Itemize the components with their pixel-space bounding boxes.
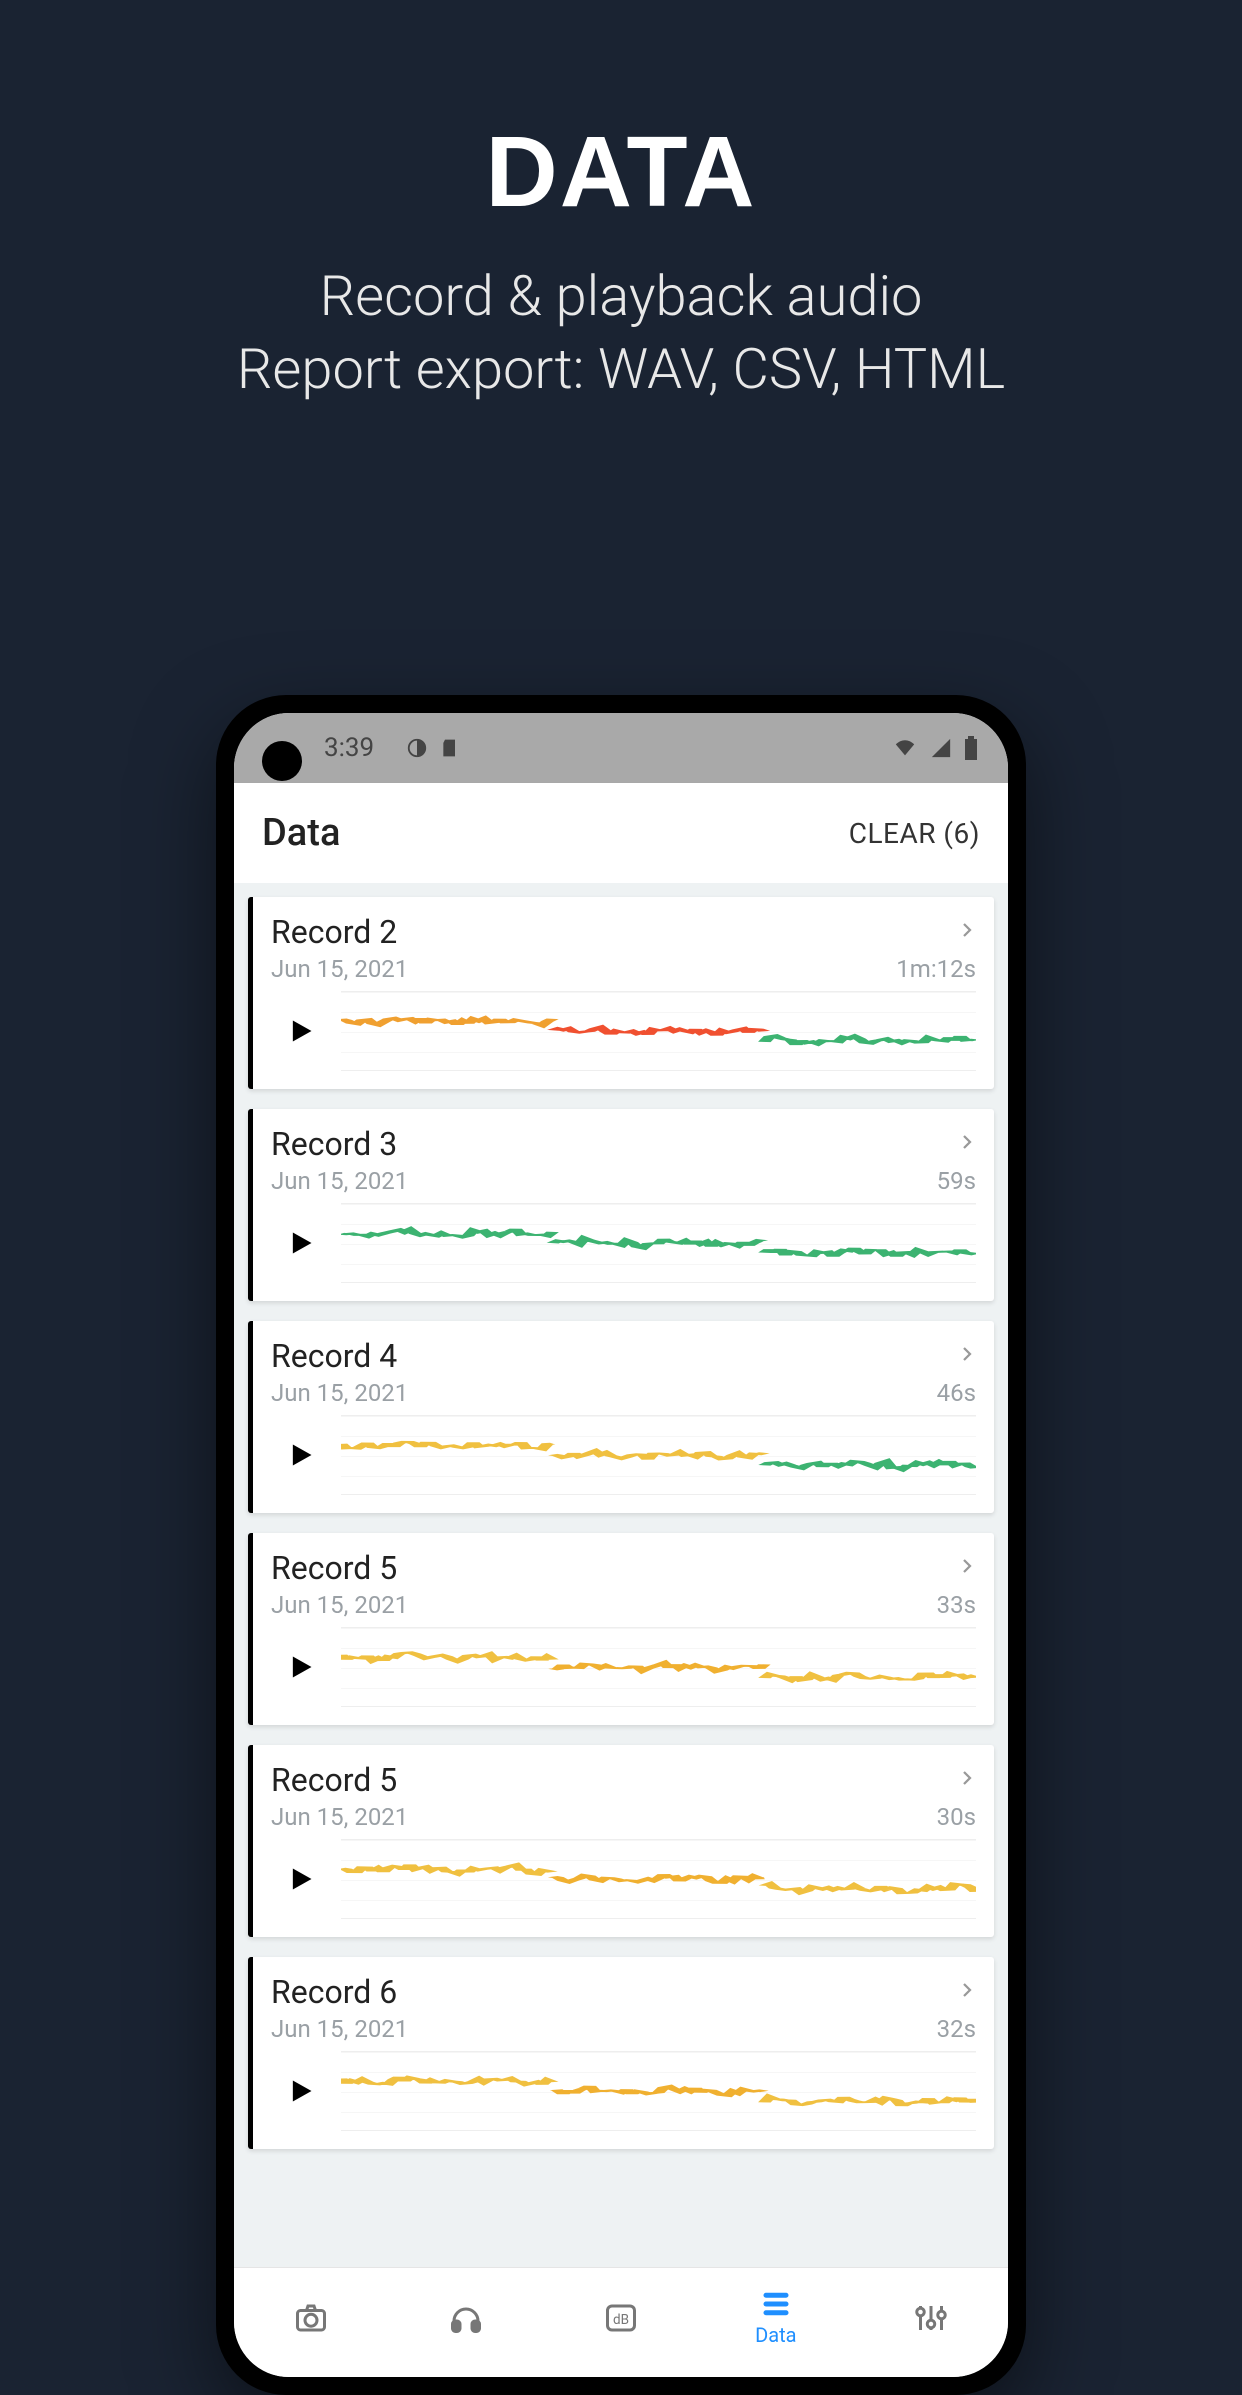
page-title: Data xyxy=(262,811,340,855)
waveform-preview xyxy=(341,2051,976,2131)
waveform-preview xyxy=(341,1627,976,1707)
phone-frame: 3:39 Data CLEAR (6) Record 2Jun 15, 20 xyxy=(216,695,1026,2395)
battery-icon xyxy=(964,736,978,760)
record-name: Record 5 xyxy=(271,1761,397,1799)
record-date: Jun 15, 2021 xyxy=(271,1591,408,1619)
promo-sub-line1: Record & playback audio xyxy=(320,263,923,329)
waveform-preview xyxy=(341,1415,976,1495)
promo-sub-line2: Report export: WAV, CSV, HTML xyxy=(237,336,1005,402)
record-duration: 46s xyxy=(937,1379,976,1407)
signal-icon xyxy=(930,737,952,759)
app-bar: Data CLEAR (6) xyxy=(234,783,1008,883)
list-icon xyxy=(756,2289,796,2319)
nav-data-label: Data xyxy=(755,2323,796,2347)
play-button[interactable] xyxy=(271,1015,331,1047)
record-card[interactable]: Record 2 Jun 15, 2021 1m:12s xyxy=(248,897,994,1089)
play-button[interactable] xyxy=(271,1863,331,1895)
nav-headphones[interactable] xyxy=(389,2300,544,2336)
waveform-preview xyxy=(341,991,976,1071)
record-date: Jun 15, 2021 xyxy=(271,1379,408,1407)
record-name: Record 2 xyxy=(271,913,397,951)
camera-punch-hole xyxy=(262,741,302,781)
waveform-preview xyxy=(341,1203,976,1283)
phone-screen: 3:39 Data CLEAR (6) Record 2Jun 15, 20 xyxy=(234,713,1008,2377)
nav-db-meter[interactable]: dB xyxy=(544,2300,699,2336)
record-name: Record 5 xyxy=(271,1549,397,1587)
contrast-icon xyxy=(406,737,428,759)
record-name: Record 4 xyxy=(271,1337,397,1375)
chevron-right-icon[interactable] xyxy=(958,1551,976,1586)
chevron-right-icon[interactable] xyxy=(958,1763,976,1798)
record-duration: 1m:12s xyxy=(896,955,976,983)
record-date: Jun 15, 2021 xyxy=(271,1803,408,1831)
record-card[interactable]: Record 6 Jun 15, 2021 32s xyxy=(248,1957,994,2149)
status-time: 3:39 xyxy=(324,733,374,763)
chevron-right-icon[interactable] xyxy=(958,1975,976,2010)
record-card[interactable]: Record 5 Jun 15, 2021 30s xyxy=(248,1745,994,1937)
record-name: Record 6 xyxy=(271,1973,397,2011)
promo-title: DATA xyxy=(0,115,1242,230)
promo-subtitle: Record & playback audio Report export: W… xyxy=(0,260,1242,406)
record-duration: 32s xyxy=(937,2015,976,2043)
chevron-right-icon[interactable] xyxy=(958,1339,976,1374)
nav-settings[interactable] xyxy=(853,2300,1008,2336)
wifi-icon xyxy=(892,737,918,759)
record-card[interactable]: Record 5 Jun 15, 2021 33s xyxy=(248,1533,994,1725)
record-date: Jun 15, 2021 xyxy=(271,1167,408,1195)
status-bar: 3:39 xyxy=(234,713,1008,783)
record-card[interactable]: Record 3 Jun 15, 2021 59s xyxy=(248,1109,994,1301)
clear-button[interactable]: CLEAR (6) xyxy=(849,817,980,850)
record-duration: 59s xyxy=(937,1167,976,1195)
nav-data[interactable]: Data xyxy=(698,2289,853,2347)
records-list[interactable]: Record 2 Jun 15, 2021 1m:12s Record 3 Jun 15… xyxy=(234,883,1008,2267)
nav-camera[interactable] xyxy=(234,2300,389,2336)
record-date: Jun 15, 2021 xyxy=(271,2015,408,2043)
record-card[interactable]: Record 4 Jun 15, 2021 46s xyxy=(248,1321,994,1513)
play-button[interactable] xyxy=(271,2075,331,2107)
record-date: Jun 15, 2021 xyxy=(271,955,408,983)
svg-text:dB: dB xyxy=(613,2312,629,2328)
play-button[interactable] xyxy=(271,1439,331,1471)
play-button[interactable] xyxy=(271,1651,331,1683)
sd-icon xyxy=(440,737,460,759)
chevron-right-icon[interactable] xyxy=(958,1127,976,1162)
record-duration: 33s xyxy=(937,1591,976,1619)
waveform-preview xyxy=(341,1839,976,1919)
record-duration: 30s xyxy=(937,1803,976,1831)
chevron-right-icon[interactable] xyxy=(958,915,976,950)
record-name: Record 3 xyxy=(271,1125,397,1163)
play-button[interactable] xyxy=(271,1227,331,1259)
bottom-nav: dB Data xyxy=(234,2267,1008,2377)
